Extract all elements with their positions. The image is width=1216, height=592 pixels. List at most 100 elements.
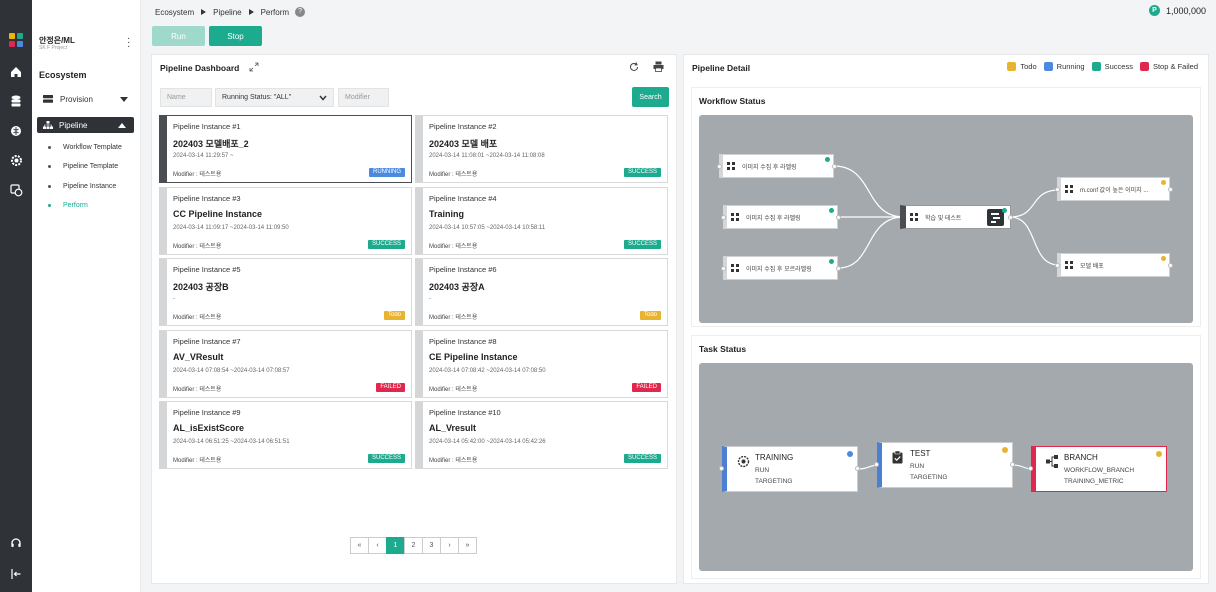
workflow-node-label: 이미지 수집 후 라벨링: [742, 164, 797, 171]
settings-icon[interactable]: [0, 149, 32, 171]
breadcrumb-pipeline[interactable]: Pipeline: [213, 8, 241, 17]
sidebar-subitem-pipeline-template[interactable]: Pipeline Template: [48, 163, 118, 170]
pipeline-instance-card[interactable]: Pipeline Instance #7 AV_VResult 2024-03-14…: [159, 329, 412, 398]
input-port-icon: [719, 466, 724, 471]
task-line2: TARGETING: [910, 474, 948, 481]
legend-item: Stop & Failed: [1139, 62, 1198, 71]
pipeline-instance-card[interactable]: Pipeline Instance #8 CE Pipeline Instance…: [415, 329, 668, 398]
status-dot-success: [1002, 208, 1007, 213]
card-modifier: Modifier : 테스트용: [173, 243, 222, 250]
expand-icon[interactable]: [249, 62, 259, 72]
sidebar-subitem-workflow-template[interactable]: Workflow Template: [48, 144, 122, 151]
card-time: 2024-03-14 05:42:00 ~2024-03-14 05:42:26: [429, 439, 546, 445]
legend-swatch: [1091, 62, 1101, 71]
task-node-test[interactable]: TEST RUN TARGETING: [877, 442, 1013, 488]
card-name: AL_isExistScore: [173, 423, 245, 433]
legend-item: Todo: [1007, 62, 1037, 71]
status-legend: Todo Running Success Stop & Failed: [1000, 62, 1198, 71]
workflow-node-label: 학습 및 테스트: [925, 215, 962, 222]
sidebar-subitem-perform[interactable]: Perform: [48, 202, 88, 209]
workflow-node-icon: [727, 161, 736, 171]
workflow-node-label: 이미지 수집 후 모르라벨링: [746, 266, 812, 273]
pipeline-instance-card[interactable]: Pipeline Instance #5 202403 공장B - Modifier …: [159, 258, 412, 326]
status-dot-todo: [1161, 180, 1166, 185]
output-port-icon: [832, 164, 837, 169]
card-instance-id: Pipeline Instance #5: [173, 265, 241, 274]
legend-item: Success: [1091, 62, 1133, 71]
output-port-icon: [1168, 187, 1173, 192]
pipeline-instance-card[interactable]: Pipeline Instance #4 Training 2024-03-14 1…: [415, 186, 668, 255]
home-icon[interactable]: [0, 61, 32, 83]
pipeline-instance-card[interactable]: Pipeline Instance #3 CC Pipeline Instance…: [159, 186, 412, 255]
chevron-down-icon: [120, 96, 128, 102]
workflow-node-5[interactable]: m.conf 값이 높은 이미지 ...: [1057, 177, 1170, 201]
task-name: BRANCH: [1064, 453, 1098, 462]
bullet-icon: [48, 204, 51, 207]
workflow-status-title: Workflow Status: [699, 96, 766, 106]
running-status-select[interactable]: Running Status: "ALL": [215, 88, 334, 107]
pipeline-instance-card[interactable]: Pipeline Instance #6 202403 공장A - Modifier …: [415, 258, 668, 326]
pagination-button[interactable]: 1: [386, 537, 405, 554]
refresh-icon[interactable]: [629, 62, 639, 72]
task-line1: WORKFLOW_BRANCH: [1064, 467, 1135, 474]
pagination-button[interactable]: «: [350, 537, 369, 554]
pipeline-detail-panel: Pipeline Detail Todo Running Success Stop &…: [683, 54, 1209, 584]
points-value: 1,000,000: [1165, 5, 1206, 16]
app-logo-icon[interactable]: [0, 29, 32, 51]
output-port-icon: [855, 466, 860, 471]
bullet-icon: [48, 185, 51, 188]
status-dot-todo: [1002, 447, 1008, 453]
printer-icon[interactable]: [653, 61, 664, 72]
card-name: AV_VResult: [173, 351, 224, 362]
brain-icon[interactable]: [0, 120, 32, 142]
caret-right-icon: [201, 9, 207, 15]
logout-icon[interactable]: [0, 563, 32, 585]
workflow-canvas[interactable]: 이미지 수집 후 라벨링 이미지 수집 후 라벨링 이미지 수집 후 모르라벨링…: [699, 115, 1193, 323]
task-node-branch[interactable]: BRANCH WORKFLOW_BRANCH TRAINING_METRIC: [1031, 446, 1167, 492]
pipeline-instance-card[interactable]: Pipeline Instance #1 202403 모델배포_2 2024-03…: [159, 115, 412, 183]
kebab-menu-icon[interactable]: · · ·: [127, 34, 130, 52]
database-icon[interactable]: [0, 90, 32, 112]
pipeline-settings-icon[interactable]: [0, 179, 32, 201]
task-name: TEST: [910, 449, 931, 458]
modifier-filter-input[interactable]: Modifier: [338, 88, 389, 107]
card-time: 2024-03-14 11:08:01 ~2024-03-14 11:08:08: [429, 153, 545, 159]
workflow-node-1[interactable]: 이미지 수집 후 라벨링: [719, 154, 834, 178]
run-button[interactable]: Run: [152, 26, 205, 46]
task-canvas[interactable]: TRAINING RUN TARGETING TEST RUN TARGETIN…: [699, 363, 1193, 571]
breadcrumb-perform: Perform: [260, 7, 290, 17]
pipeline-instance-card[interactable]: Pipeline Instance #2 202403 모델 배포 2024-03-…: [415, 115, 668, 183]
pipeline-instance-card[interactable]: Pipeline Instance #9 AL_isExistScore 2024-…: [159, 401, 412, 469]
card-time: 2024-03-14 11:09:17 ~2024-03-14 11:09:50: [173, 224, 289, 231]
pagination-button[interactable]: 3: [422, 537, 441, 554]
stop-button[interactable]: Stop: [209, 26, 262, 46]
card-modifier: Modifier : 테스트용: [429, 172, 478, 178]
task-line1: RUN: [755, 467, 770, 474]
sidebar-item-provision[interactable]: Provision: [39, 91, 128, 107]
subitem-label: Pipeline Instance: [63, 183, 117, 190]
card-instance-id: Pipeline Instance #3: [173, 193, 241, 203]
task-node-training[interactable]: TRAINING RUN TARGETING: [722, 446, 858, 492]
status-badge: Todo: [639, 311, 661, 320]
sidebar-item-label: Pipeline: [59, 120, 88, 130]
status-badge: SUCCESS: [623, 168, 661, 177]
headset-icon[interactable]: [0, 532, 32, 554]
workflow-node-3[interactable]: 이미지 수집 후 모르라벨링: [723, 256, 838, 280]
pagination-button[interactable]: ‹: [368, 537, 387, 554]
breadcrumb-ecosystem[interactable]: Ecosystem: [155, 8, 194, 17]
workflow-node-2[interactable]: 이미지 수집 후 라벨링: [723, 205, 838, 229]
search-button[interactable]: Search: [632, 87, 669, 107]
name-filter-input[interactable]: Name: [160, 88, 212, 107]
workflow-node-4[interactable]: 학습 및 테스트: [900, 205, 1011, 229]
sidebar-subitem-pipeline-instance[interactable]: Pipeline Instance: [48, 183, 116, 190]
card-instance-id: Pipeline Instance #2: [429, 122, 497, 131]
sidebar-section-title: Ecosystem: [39, 70, 87, 80]
workflow-node-6[interactable]: 모델 배포: [1057, 253, 1170, 277]
pagination-button[interactable]: »: [458, 537, 477, 554]
help-icon[interactable]: ?: [295, 7, 306, 17]
pipeline-instance-card[interactable]: Pipeline Instance #10 AL_Vresult 2024-03-1…: [415, 401, 668, 469]
pagination-button[interactable]: ›: [440, 537, 459, 554]
card-modifier: Modifier : 테스트용: [173, 386, 222, 393]
pagination-button[interactable]: 2: [404, 537, 423, 554]
sidebar-item-pipeline[interactable]: Pipeline: [37, 117, 134, 133]
